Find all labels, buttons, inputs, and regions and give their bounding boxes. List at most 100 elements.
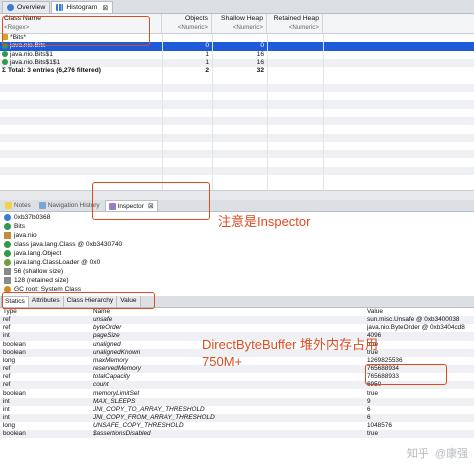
- watermark: 知乎 @康强: [407, 445, 468, 461]
- table-row[interactable]: java.nio.Bits$1 1 16: [0, 51, 474, 59]
- table-row[interactable]: long UNSAFE_COPY_THRESHOLD 1048576: [0, 422, 474, 430]
- tab-navigation-history-label: Navigation History: [47, 202, 100, 209]
- tab-histogram[interactable]: Histogram ⊠: [51, 1, 114, 13]
- field-name: JNI_COPY_TO_ARRAY_THRESHOLD: [93, 405, 205, 413]
- history-icon: [38, 202, 46, 209]
- field-value: java.nio.ByteOrder @ 0xb3404cd8: [367, 324, 465, 332]
- field-name: count: [93, 381, 109, 389]
- annotation-dbb-line1: DirectByteBuffer 堆外内存占用: [202, 337, 379, 352]
- field-type: boolean: [3, 348, 26, 356]
- table-row[interactable]: int MAX_SLEEPS 9: [0, 397, 474, 406]
- class-icon: [2, 59, 8, 66]
- table-row[interactable]: ref byteOrder java.nio.ByteOrder @ 0xb3404…: [0, 324, 474, 332]
- notes-icon: [5, 202, 12, 209]
- row-shallow-heap: 16: [256, 58, 264, 66]
- table-row[interactable]: ref count 6950: [0, 381, 474, 390]
- inspector-row[interactable]: 0xb37b0368: [4, 213, 50, 222]
- inspector-tab-bar: Statics Attributes Class Hierarchy Value: [0, 296, 474, 308]
- field-name: totalCapacity: [93, 373, 130, 381]
- field-value: true: [367, 389, 379, 397]
- column-shallow-heap[interactable]: Shallow Heap <Numeric>: [212, 14, 267, 34]
- tab-inspector-label: Inspector: [117, 202, 144, 210]
- statics-table: Type Name Value ref unsafe sun.misc.Unsafe…: [0, 308, 474, 467]
- inspector-row[interactable]: java.lang.Object: [4, 249, 61, 258]
- column-shallow-heap-filter[interactable]: <Numeric>: [233, 24, 263, 31]
- tab-class-hierarchy[interactable]: Class Hierarchy: [63, 296, 118, 307]
- column-type[interactable]: Type: [3, 308, 91, 316]
- row-class-name: Σ Total: 3 entries (6,276 filtered): [2, 67, 101, 75]
- empty-row: [0, 100, 474, 109]
- table-row[interactable]: java.nio.Bits$1$1 1 16: [0, 58, 474, 68]
- table-row[interactable]: int JNI_COPY_TO_ARRAY_THRESHOLD 6: [0, 406, 474, 414]
- column-value[interactable]: Value: [367, 308, 472, 316]
- editor-tab-bar: Overview Histogram ⊠: [0, 0, 474, 14]
- tab-attributes[interactable]: Attributes: [28, 296, 64, 307]
- sash-divider[interactable]: [0, 190, 474, 200]
- tab-value[interactable]: Value: [117, 296, 141, 307]
- class-icon: [2, 42, 8, 49]
- size-icon: [4, 268, 11, 275]
- field-value: 765688933: [367, 373, 399, 381]
- tab-notes[interactable]: Notes: [2, 200, 34, 211]
- view-tab-bar: Notes Navigation History Inspector ⊠: [0, 200, 474, 212]
- histogram-table: Class Name <Regex> Objects <Numeric> Sha…: [0, 14, 474, 190]
- class-icon: [4, 250, 11, 257]
- empty-row: [0, 166, 474, 176]
- table-row[interactable]: boolean $assertionsDisabled true: [0, 430, 474, 439]
- inspector-row[interactable]: class java.lang.Class @ 0xb3430740: [4, 240, 122, 249]
- tab-overview[interactable]: Overview: [2, 1, 51, 13]
- gc-icon: [4, 286, 11, 293]
- close-icon[interactable]: ⊠: [148, 202, 154, 210]
- sum-icon: Σ: [2, 67, 6, 75]
- row-objects: 2: [205, 67, 209, 75]
- field-name: JNI_COPY_FROM_ARRAY_THRESHOLD: [93, 413, 215, 421]
- table-row[interactable]: boolean memoryLimitSet true: [0, 390, 474, 398]
- row-class-name: *Bits*: [2, 34, 160, 42]
- empty-row: [0, 150, 474, 159]
- tab-navigation-history[interactable]: Navigation History: [36, 200, 103, 211]
- inspector-row[interactable]: GC root: System Class: [4, 285, 81, 294]
- field-value: 6: [367, 413, 371, 421]
- row-objects: 1: [205, 50, 209, 58]
- field-type: ref: [3, 373, 11, 381]
- table-row[interactable]: int JNI_COPY_FROM_ARRAY_THRESHOLD 6: [0, 413, 474, 423]
- table-row[interactable]: ref totalCapacity 765688933: [0, 373, 474, 381]
- tab-inspector[interactable]: Inspector ⊠: [104, 200, 158, 211]
- column-objects-title: Objects: [184, 15, 208, 22]
- field-name: unsafe: [93, 316, 113, 324]
- column-name[interactable]: Name: [93, 308, 363, 316]
- field-value: true: [367, 430, 379, 438]
- info-icon: [7, 4, 14, 11]
- inspector-row[interactable]: Bits: [4, 222, 25, 231]
- histogram-icon: [56, 4, 64, 11]
- column-retained-heap[interactable]: Retained Heap <Numeric>: [267, 14, 323, 34]
- table-row[interactable]: java.nio.Bits 0 0: [0, 42, 474, 51]
- field-name: MAX_SLEEPS: [93, 397, 136, 405]
- close-icon[interactable]: ⊠: [102, 4, 108, 12]
- inspector-row[interactable]: 56 (shallow size): [4, 267, 63, 276]
- table-row-total[interactable]: Σ Total: 3 entries (6,276 filtered) 2 32: [0, 67, 474, 75]
- column-objects-filter[interactable]: <Numeric>: [178, 24, 208, 31]
- row-class-name: java.nio.Bits: [2, 42, 160, 50]
- empty-row: [0, 133, 474, 142]
- column-class-name-filter[interactable]: <Regex>: [4, 24, 29, 31]
- column-objects[interactable]: Objects <Numeric>: [162, 14, 212, 34]
- field-type: long: [3, 356, 16, 364]
- column-class-name[interactable]: Class Name <Regex>: [0, 14, 162, 34]
- table-row[interactable]: ref unsafe sun.misc.Unsafe @ 0xb3400038: [0, 316, 474, 325]
- column-retained-heap-filter[interactable]: <Numeric>: [289, 24, 319, 31]
- size-icon: [4, 277, 11, 284]
- tab-histogram-label: Histogram: [66, 4, 98, 11]
- field-type: ref: [3, 365, 11, 373]
- inspector-row[interactable]: 128 (retained size): [4, 276, 69, 285]
- table-row[interactable]: *Bits*: [0, 34, 474, 42]
- inspector-row[interactable]: java.lang.ClassLoader @ 0x0: [4, 258, 100, 267]
- field-value: true: [367, 348, 379, 356]
- inspector-row[interactable]: java.nio: [4, 231, 37, 240]
- class-icon: [4, 241, 11, 248]
- tab-statics[interactable]: Statics: [1, 296, 29, 307]
- statics-header: Type Name Value: [0, 308, 474, 316]
- field-type: long: [3, 422, 16, 430]
- package-icon: [4, 232, 11, 239]
- field-type: int: [3, 405, 10, 413]
